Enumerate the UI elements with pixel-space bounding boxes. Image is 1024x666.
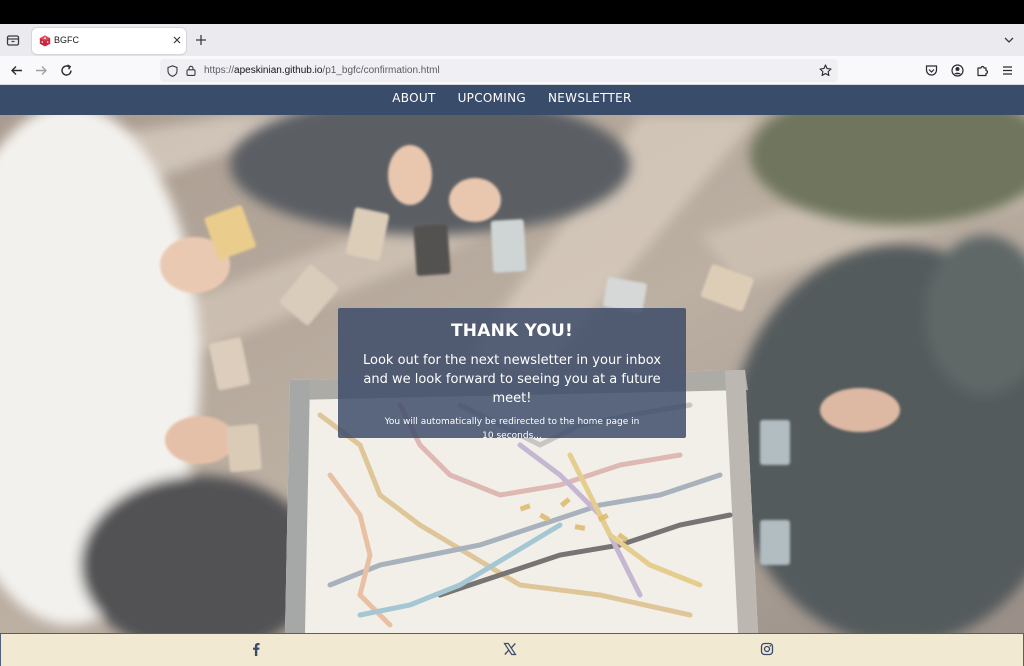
url-prefix: https:// (204, 65, 235, 76)
extensions-icon[interactable] (976, 64, 989, 77)
navigation-toolbar: https://apeskinian.github.io/p1_bgfc/con… (0, 56, 1024, 85)
nav-link-about[interactable]: ABOUT (392, 85, 435, 111)
shield-icon[interactable] (167, 65, 178, 77)
site-navigation: ABOUT UPCOMING NEWSLETTER (0, 85, 1024, 115)
lock-icon[interactable] (186, 65, 196, 76)
redirect-notice: You will automatically be redirected to … (384, 417, 640, 441)
nav-link-upcoming[interactable]: UPCOMING (458, 85, 526, 111)
url-host: apeskinian.github.io (234, 65, 323, 76)
system-bar (0, 0, 1024, 24)
forward-arrow-icon[interactable] (34, 63, 49, 78)
address-bar[interactable]: https://apeskinian.github.io/p1_bgfc/con… (160, 59, 838, 82)
close-icon[interactable] (171, 34, 183, 46)
url-text: https://apeskinian.github.io/p1_bgfc/con… (204, 65, 440, 76)
plus-icon[interactable] (195, 34, 207, 46)
favicon-icon (39, 35, 51, 47)
browser-window: BGFC https://apeskinian.github.io/p1_bgf… (0, 0, 1024, 666)
web-page: ABOUT UPCOMING NEWSLETTER THANK YOU! Loo… (0, 85, 1024, 666)
site-footer (0, 633, 1024, 666)
star-icon[interactable] (819, 64, 832, 77)
facebook-icon[interactable] (249, 642, 263, 656)
tab-strip: BGFC (0, 24, 1024, 56)
back-arrow-icon[interactable] (9, 63, 24, 78)
account-icon[interactable] (951, 64, 964, 77)
tab-title: BGFC (54, 35, 80, 45)
chevron-down-icon[interactable] (1003, 35, 1015, 45)
confirmation-message: Look out for the next newsletter in your… (362, 353, 662, 406)
tab-list-icon[interactable] (6, 33, 20, 47)
nav-link-newsletter[interactable]: NEWSLETTER (548, 85, 632, 111)
browser-tab[interactable]: BGFC (32, 28, 186, 54)
confirmation-card: THANK YOU! Look out for the next newslet… (338, 308, 686, 441)
confirmation-title: THANK YOU! (450, 321, 573, 341)
menu-icon[interactable] (1001, 64, 1014, 77)
reload-icon[interactable] (59, 63, 74, 78)
pocket-icon[interactable] (925, 64, 938, 77)
url-path: /p1_bgfc/confirmation.html (322, 65, 440, 76)
instagram-icon[interactable] (760, 642, 774, 656)
x-icon[interactable] (503, 642, 517, 656)
